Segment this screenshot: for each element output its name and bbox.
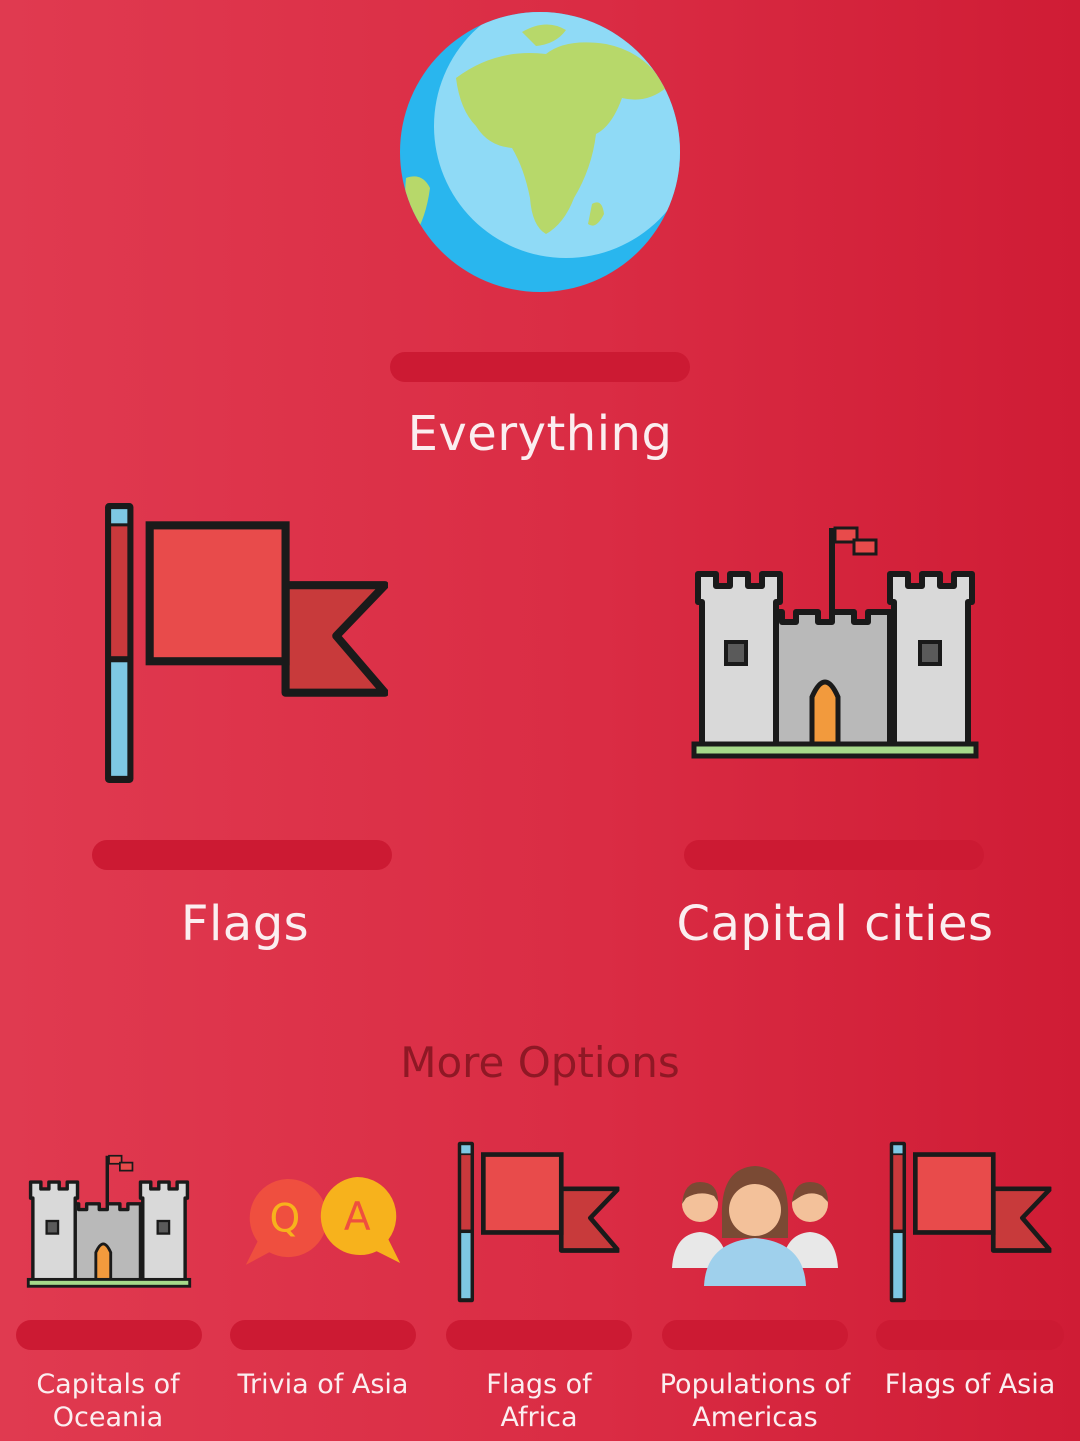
option-progress-pill — [662, 1320, 848, 1350]
category-flags[interactable]: Flags — [70, 500, 420, 960]
option-label: Flags of Africa — [486, 1369, 592, 1433]
castle-icon — [690, 522, 980, 762]
option-populations-of-americas[interactable]: Populations of Americas — [656, 1150, 854, 1441]
flag-icon — [102, 500, 388, 786]
option-label: Flags of Asia — [884, 1369, 1056, 1400]
capitals-label: Capital cities — [676, 896, 994, 952]
capitals-progress-pill — [684, 840, 984, 870]
option-trivia-of-asia[interactable]: Trivia of Asia — [224, 1150, 422, 1441]
option-capitals-of-oceania[interactable]: Capitals of Oceania — [10, 1150, 206, 1441]
option-label: Capitals of Oceania — [36, 1369, 180, 1433]
everything-label: Everything — [407, 406, 673, 462]
category-capital-cities[interactable]: Capital cities — [660, 500, 1010, 960]
flags-label: Flags — [180, 896, 310, 952]
option-progress-pill — [446, 1320, 632, 1350]
qa-bubbles-icon — [240, 1170, 406, 1270]
castle-icon — [26, 1152, 192, 1290]
flag-icon — [456, 1140, 620, 1304]
everything-progress-pill — [390, 352, 690, 382]
option-flags-of-asia[interactable]: Flags of Asia — [870, 1140, 1070, 1441]
flags-progress-pill — [92, 840, 392, 870]
more-options-title: More Options — [400, 1038, 680, 1087]
option-label: Trivia of Asia — [237, 1369, 409, 1400]
people-icon — [670, 1156, 840, 1290]
option-label: Populations of Americas — [659, 1369, 851, 1433]
globe-icon — [396, 8, 684, 296]
option-progress-pill — [876, 1320, 1064, 1350]
category-everything[interactable]: Everything — [370, 0, 710, 480]
option-progress-pill — [16, 1320, 202, 1350]
option-progress-pill — [230, 1320, 416, 1350]
option-flags-of-africa[interactable]: Flags of Africa — [440, 1140, 638, 1441]
flag-icon — [888, 1140, 1052, 1304]
